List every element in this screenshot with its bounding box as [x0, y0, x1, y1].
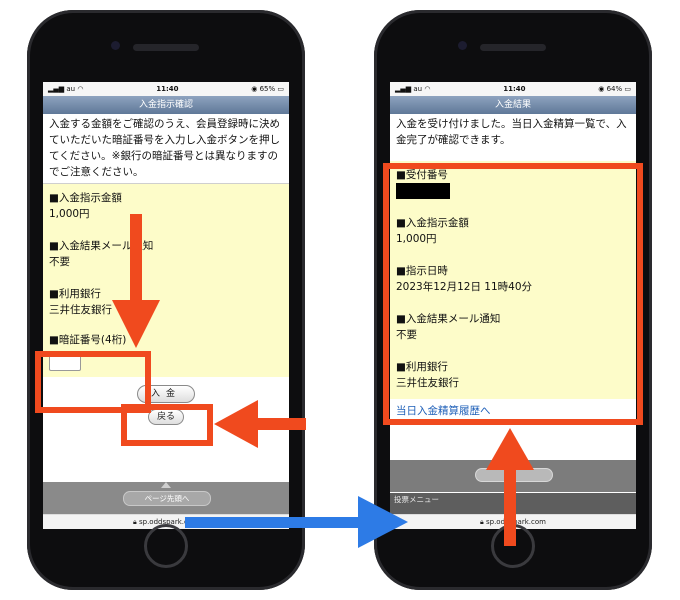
- up-arrow-shaft: [504, 466, 516, 546]
- left-arrow-shaft: [256, 418, 306, 430]
- up-arrow-head: [486, 428, 534, 470]
- blue-arrow-head: [358, 496, 408, 548]
- annotation-arrows: [112, 214, 534, 548]
- down-arrow-head: [112, 300, 160, 348]
- left-arrow-head: [214, 400, 258, 448]
- down-arrow-shaft: [130, 214, 142, 304]
- blue-arrow-shaft: [185, 517, 361, 528]
